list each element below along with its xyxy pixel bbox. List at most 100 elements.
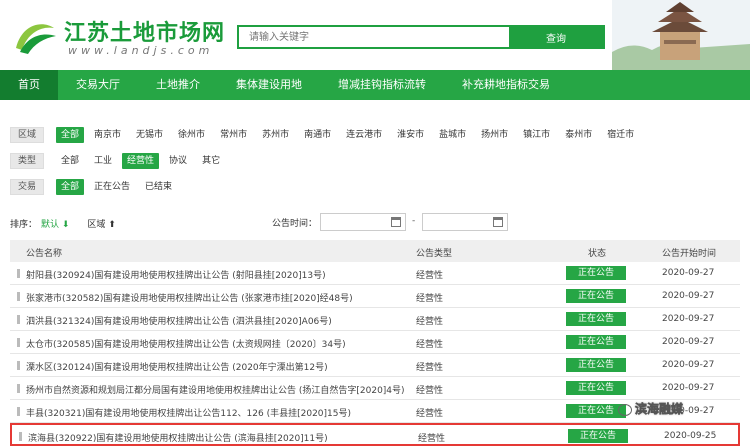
filter-trade-option[interactable]: 正在公告 — [89, 179, 135, 195]
filter-region-option[interactable]: 南通市 — [299, 127, 336, 143]
row-marker — [17, 338, 20, 347]
search-box: 查询 — [237, 25, 605, 49]
notice-title-link[interactable]: 扬州市自然资源和规划局江都分局国有建设用地使用权挂牌出让公告 (扬江自然告字[2… — [26, 383, 406, 396]
table-row[interactable]: 射阳县(320924)国有建设用地使用权挂牌出让公告 (射阳县挂[2020]13… — [10, 262, 740, 285]
notice-title-link[interactable]: 张家港市(320582)国有建设用地使用权挂牌出让公告 (张家港市挂[2020]… — [26, 291, 406, 304]
nav-item-land-promotion[interactable]: 土地推介 — [138, 70, 218, 100]
nav-item-trading-hall[interactable]: 交易大厅 — [58, 70, 138, 100]
calendar-icon[interactable] — [493, 217, 503, 227]
notice-title-link[interactable]: 射阳县(320924)国有建设用地使用权挂牌出让公告 (射阳县挂[2020]13… — [26, 268, 406, 281]
watermark-text: 滨海融媒 — [635, 402, 684, 417]
watermark: 滨海融媒 — [618, 400, 748, 420]
notice-title-link[interactable]: 太仓市(320585)国有建设用地使用权挂牌出让公告 (太资规网挂〔2020〕3… — [26, 337, 406, 350]
notice-title-link[interactable]: 丰县(320321)国有建设用地使用权挂牌出让公告112、126 (丰县挂[20… — [26, 406, 406, 419]
filter-type-option[interactable]: 协议 — [164, 153, 192, 169]
status-badge: 正在公告 — [566, 266, 626, 280]
notice-type: 经营性 — [416, 386, 444, 396]
header-date: 公告开始时间 — [662, 249, 717, 259]
nav-item-quota-transfer[interactable]: 增减挂钩指标流转 — [320, 70, 444, 100]
sort-default-button[interactable]: 默认 ⬇ — [41, 217, 69, 230]
filter-region-option[interactable]: 常州市 — [215, 127, 252, 143]
filter-type-row: 类型 全部 工业 经营性 协议 其它 — [10, 152, 230, 170]
table-row[interactable]: 太仓市(320585)国有建设用地使用权挂牌出让公告 (太资规网挂〔2020〕3… — [10, 331, 740, 354]
status-badge: 正在公告 — [566, 289, 626, 303]
wechat-icon — [618, 403, 632, 416]
status-badge: 正在公告 — [566, 335, 626, 349]
date-end-input[interactable] — [422, 213, 508, 231]
filter-region-option[interactable]: 苏州市 — [257, 127, 294, 143]
main-nav: 首页 交易大厅 土地推介 集体建设用地 增减挂钩指标流转 补充耕地指标交易 — [0, 70, 750, 100]
sort-label: 排序： — [10, 219, 38, 230]
notice-type: 经营性 — [416, 271, 444, 281]
notice-date: 2020-09-27 — [662, 314, 715, 324]
filter-region-option[interactable]: 镇江市 — [518, 127, 555, 143]
notice-date: 2020-09-27 — [662, 383, 715, 393]
table-row[interactable]: 泗洪县(321324)国有建设用地使用权挂牌出让公告 (泗洪县挂[2020]A0… — [10, 308, 740, 331]
calendar-icon[interactable] — [391, 217, 401, 227]
date-range-label: 公告时间： — [272, 219, 318, 229]
row-marker — [17, 292, 20, 301]
nav-item-farmland-quota[interactable]: 补充耕地指标交易 — [444, 70, 568, 100]
search-input[interactable] — [239, 27, 509, 47]
sort-region-button[interactable]: 区域 ⬆ — [87, 217, 115, 230]
status-badge: 正在公告 — [568, 429, 628, 443]
nav-item-collective-land[interactable]: 集体建设用地 — [218, 70, 320, 100]
notice-type: 经营性 — [416, 363, 444, 373]
table-row[interactable]: 溧水区(320124)国有建设用地使用权挂牌出让公告 (2020年宁溧出第12号… — [10, 354, 740, 377]
notice-type: 经营性 — [416, 294, 444, 304]
row-marker — [17, 407, 20, 416]
filter-type-option[interactable]: 工业 — [89, 153, 117, 169]
sort-bar: 排序： 默认 ⬇ 区域 ⬆ 公告时间： - — [10, 211, 740, 235]
filter-region-label: 区域 — [10, 127, 44, 143]
filter-region-option[interactable]: 盐城市 — [434, 127, 471, 143]
filter-region-row: 区域 全部 南京市 无锡市 徐州市 常州市 苏州市 南通市 连云港市 淮安市 盐城市 扬州市 镇江市泰… — [10, 126, 644, 144]
row-marker — [19, 432, 22, 441]
notice-type: 经营性 — [416, 340, 444, 350]
row-marker — [17, 361, 20, 370]
date-start-input[interactable] — [320, 213, 406, 231]
filter-region-option[interactable]: 徐州市 — [173, 127, 210, 143]
status-badge: 正在公告 — [566, 358, 626, 372]
filter-region-option[interactable]: 无锡市 — [131, 127, 168, 143]
filter-type-option[interactable]: 全部 — [56, 153, 84, 169]
date-range-dash: - — [412, 216, 416, 226]
filter-trade-option[interactable]: 全部 — [56, 179, 85, 195]
site-logo-icon[interactable] — [12, 18, 58, 56]
nav-item-home[interactable]: 首页 — [0, 70, 58, 100]
filter-region-option[interactable]: 扬州市 — [476, 127, 513, 143]
notice-type: 经营性 — [416, 317, 444, 327]
filter-trade-row: 交易 全部 正在公告 已结束 — [10, 178, 182, 196]
notice-type: 经营性 — [418, 434, 446, 444]
search-button[interactable]: 查询 — [509, 27, 603, 47]
pagoda-banner-image — [612, 0, 750, 70]
table-row[interactable]: 滨海县(320922)国有建设用地使用权挂牌出让公告 (滨海县挂[2020]11… — [10, 423, 740, 446]
header-status: 状态 — [588, 249, 607, 259]
notice-title-link[interactable]: 溧水区(320124)国有建设用地使用权挂牌出让公告 (2020年宁溧出第12号… — [26, 360, 406, 373]
filter-type-option[interactable]: 其它 — [197, 153, 225, 169]
filter-trade-option[interactable]: 已结束 — [140, 179, 177, 195]
notice-type: 经营性 — [416, 409, 444, 419]
status-badge: 正在公告 — [566, 381, 626, 395]
row-marker — [17, 315, 20, 324]
notice-title-link[interactable]: 泗洪县(321324)国有建设用地使用权挂牌出让公告 (泗洪县挂[2020]A0… — [26, 314, 406, 327]
filter-region-option[interactable]: 泰州市 — [560, 127, 597, 143]
notice-date: 2020-09-27 — [662, 337, 715, 347]
filter-trade-label: 交易 — [10, 179, 44, 195]
site-url: www.landjs.com — [68, 44, 214, 57]
filter-region-option[interactable]: 淮安市 — [392, 127, 429, 143]
filter-region-option[interactable]: 宿迁市 — [602, 127, 639, 143]
filter-region-option[interactable]: 南京市 — [89, 127, 126, 143]
filter-type-label: 类型 — [10, 153, 44, 169]
filter-type-option[interactable]: 经营性 — [122, 153, 160, 169]
filter-region-option[interactable]: 全部 — [56, 127, 85, 143]
table-header: 公告名称 公告类型 状态 公告开始时间 — [10, 240, 740, 262]
filter-region-option[interactable]: 连云港市 — [341, 127, 387, 143]
status-badge: 正在公告 — [566, 312, 626, 326]
status-badge: 正在公告 — [566, 404, 626, 418]
notice-date: 2020-09-27 — [662, 360, 715, 370]
table-row[interactable]: 扬州市自然资源和规划局江都分局国有建设用地使用权挂牌出让公告 (扬江自然告字[2… — [10, 377, 740, 400]
notice-date: 2020-09-27 — [662, 268, 715, 278]
table-row[interactable]: 张家港市(320582)国有建设用地使用权挂牌出让公告 (张家港市挂[2020]… — [10, 285, 740, 308]
notice-title-link[interactable]: 滨海县(320922)国有建设用地使用权挂牌出让公告 (滨海县挂[2020]11… — [28, 431, 408, 444]
row-marker — [17, 269, 20, 278]
